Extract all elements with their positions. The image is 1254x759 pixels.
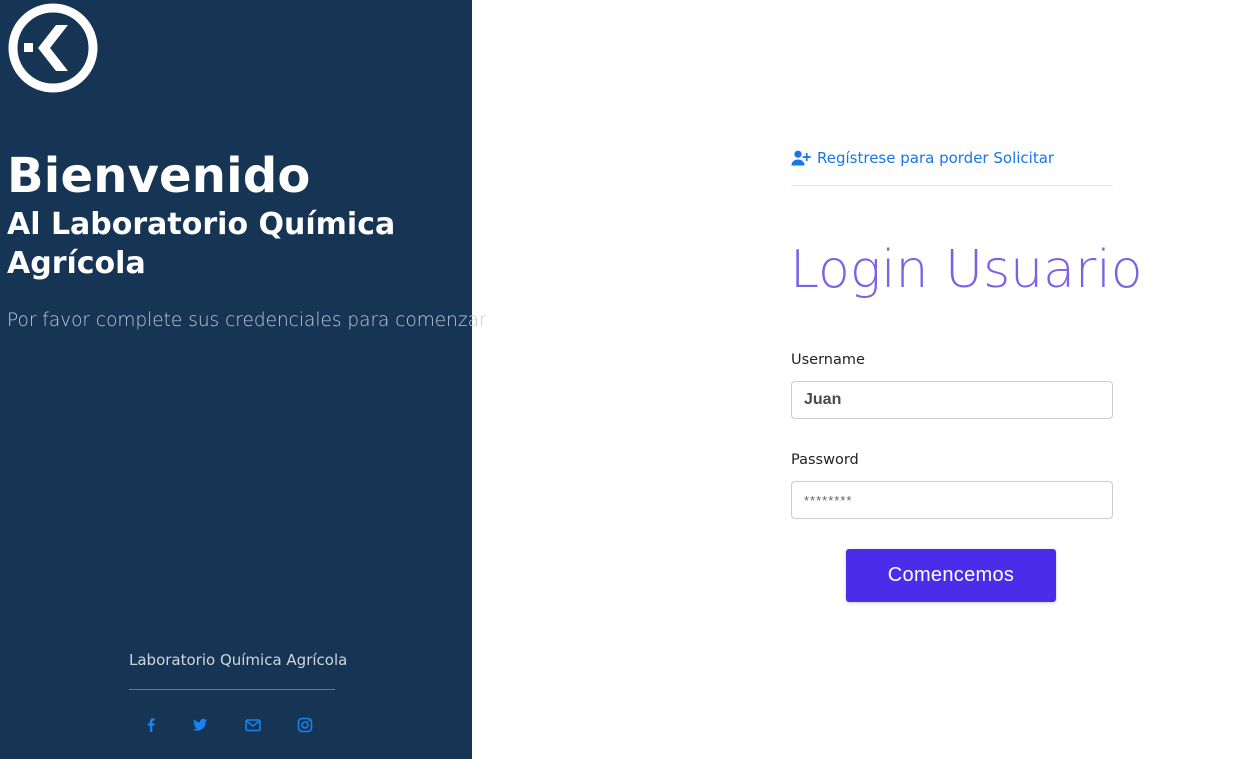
back-logo-icon[interactable]: [8, 3, 98, 93]
username-label: Username: [791, 352, 865, 368]
username-input[interactable]: [791, 381, 1113, 419]
facebook-icon[interactable]: [142, 716, 160, 734]
welcome-instructions: Por favor complete sus credenciales para…: [7, 310, 487, 331]
register-link[interactable]: Regístrese para porder Solicitar: [791, 146, 1054, 170]
welcome-subtitle: Al Laboratorio Química Agrícola: [7, 207, 396, 281]
welcome-title: Bienvenido: [7, 148, 311, 204]
twitter-icon[interactable]: [191, 716, 209, 734]
email-icon[interactable]: [244, 716, 262, 734]
footer-lab-name: Laboratorio Química Agrícola: [129, 651, 348, 669]
submit-button[interactable]: Comencemos: [846, 549, 1056, 602]
user-plus-icon: [791, 150, 811, 166]
branding-panel: Bienvenido Al Laboratorio Química Agríco…: [0, 0, 487, 759]
footer-divider: [129, 689, 335, 690]
login-page: Bienvenido Al Laboratorio Química Agríco…: [0, 0, 1254, 759]
password-label: Password: [791, 452, 859, 468]
register-divider: [791, 185, 1113, 186]
register-label: Regístrese para porder Solicitar: [817, 149, 1055, 167]
login-title: Login Usuario: [790, 240, 1143, 300]
instagram-icon[interactable]: [296, 716, 314, 734]
password-input[interactable]: [791, 481, 1113, 519]
